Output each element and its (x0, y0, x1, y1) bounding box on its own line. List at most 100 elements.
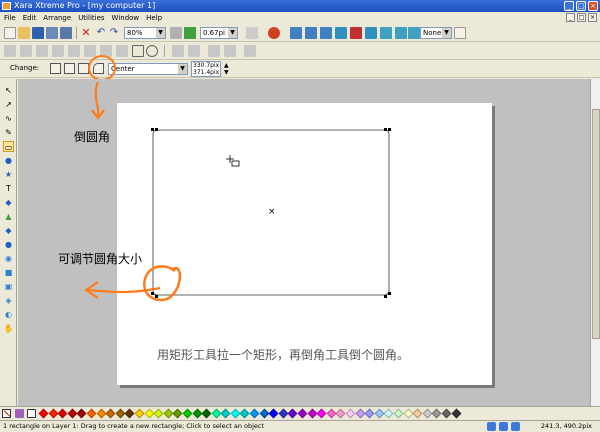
push-tool-icon[interactable]: ✋ (3, 323, 14, 334)
flip-vertical-icon[interactable] (188, 45, 200, 57)
render-icon[interactable] (499, 422, 508, 431)
layer-gallery-icon[interactable] (408, 27, 420, 39)
contour-icon[interactable] (224, 45, 236, 57)
color-swatch[interactable] (201, 408, 212, 419)
ellipse-shape-icon[interactable] (64, 63, 75, 74)
color-swatch[interactable] (182, 408, 193, 419)
color-swatch[interactable] (316, 408, 327, 419)
no-color-swatch[interactable] (2, 409, 11, 418)
text-tool-icon[interactable]: T (3, 183, 14, 194)
undo-icon[interactable]: ↶ (95, 27, 107, 39)
rectangle-shape-icon[interactable] (50, 63, 61, 74)
line-style-icon[interactable] (246, 27, 258, 39)
save-icon[interactable] (32, 27, 44, 39)
color-swatch[interactable] (240, 408, 250, 419)
ungroup-icon[interactable] (335, 27, 347, 39)
grid-icon[interactable] (511, 422, 520, 431)
clone-icon[interactable] (52, 45, 64, 57)
align-icon[interactable] (365, 27, 377, 39)
doc-restore-button[interactable]: □ (577, 13, 586, 22)
doc-minimize-button[interactable]: _ (566, 13, 575, 22)
color-swatch[interactable] (134, 408, 145, 419)
arrange-icon[interactable] (208, 45, 220, 57)
zoom-select[interactable]: 80% ▼ (124, 27, 166, 39)
selection-handle[interactable] (151, 292, 154, 295)
freehand-tool-icon[interactable]: ∿ (3, 113, 14, 124)
new-document-icon[interactable] (4, 27, 16, 39)
width-field[interactable]: 330.7pix (193, 62, 220, 69)
color-swatch[interactable] (144, 408, 154, 419)
color-swatch[interactable] (38, 408, 49, 419)
color-swatch[interactable] (124, 408, 135, 419)
combine-icon[interactable] (68, 45, 80, 57)
zoom-tool-icon[interactable] (184, 27, 196, 39)
shadow-tool-icon[interactable]: ◆ (3, 225, 14, 236)
height-field[interactable]: 371.4pix (193, 69, 220, 76)
color-swatch[interactable] (297, 408, 308, 419)
close-button[interactable]: × (588, 1, 598, 11)
export-icon[interactable] (60, 27, 72, 39)
color-swatch[interactable] (249, 408, 260, 419)
color-swatch[interactable] (403, 408, 414, 419)
redo-icon[interactable]: ↷ (108, 27, 120, 39)
copy-icon[interactable] (4, 45, 16, 57)
mould-tool-icon[interactable]: ▣ (3, 281, 14, 292)
color-swatch[interactable] (345, 408, 356, 419)
maximize-button[interactable]: □ (576, 1, 586, 11)
scrollbar-thumb[interactable] (592, 109, 600, 339)
minimize-button[interactable]: _ (564, 1, 574, 11)
magnet-icon[interactable] (268, 27, 280, 39)
menu-file[interactable]: File (4, 14, 16, 22)
fill-select[interactable]: None ▼ (420, 27, 452, 39)
selection-handle[interactable] (388, 292, 391, 295)
selector-tool-icon[interactable]: ↖ (3, 85, 14, 96)
selection-handle[interactable] (151, 128, 154, 131)
join-type-select[interactable]: Center ▼ (108, 63, 188, 75)
bring-front-icon[interactable] (290, 27, 302, 39)
page[interactable]: × 用矩形工具拉一个矩形，再倒角工具倒个圆角。 (117, 103, 492, 385)
color-swatch[interactable] (335, 408, 346, 419)
ellipse-tool-icon[interactable]: ● (3, 155, 14, 166)
color-swatch[interactable] (57, 408, 68, 419)
snap-icon[interactable] (487, 422, 496, 431)
selection-handle[interactable] (155, 128, 158, 131)
name-gallery-icon[interactable] (380, 27, 392, 39)
color-swatch[interactable] (86, 408, 97, 419)
drawing-svg[interactable]: × (117, 103, 492, 385)
group-icon[interactable] (320, 27, 332, 39)
color-editor-icon[interactable] (15, 409, 24, 418)
menu-edit[interactable]: Edit (23, 14, 37, 22)
rectangle-tool-icon[interactable]: ▭ (3, 141, 14, 152)
transparency-tool-icon[interactable]: ▲ (3, 211, 14, 222)
paste-icon[interactable] (20, 45, 32, 57)
color-swatch[interactable] (268, 408, 279, 419)
color-swatch[interactable] (48, 408, 59, 419)
lock-aspect-icon[interactable]: ▲ ▼ (224, 62, 229, 76)
square-icon[interactable] (132, 45, 144, 57)
flip-horizontal-icon[interactable] (172, 45, 184, 57)
color-swatch[interactable] (355, 408, 366, 419)
color-swatch[interactable] (383, 408, 394, 419)
help-icon[interactable] (454, 27, 466, 39)
color-swatch[interactable] (96, 408, 107, 419)
menu-window[interactable]: Window (112, 14, 140, 22)
break-icon[interactable] (84, 45, 96, 57)
circle-icon[interactable] (146, 45, 158, 57)
color-swatch[interactable] (220, 408, 231, 419)
transform-icon[interactable] (350, 27, 362, 39)
duplicate-icon[interactable] (36, 45, 48, 57)
menu-help[interactable]: Help (146, 14, 162, 22)
bevel-tool-icon[interactable]: ■ (3, 267, 14, 278)
shape-editor-tool-icon[interactable]: ↗ (3, 99, 14, 110)
palette-menu-icon[interactable] (27, 409, 36, 418)
pen-tool-icon[interactable]: ✎ (3, 127, 14, 138)
menu-arrange[interactable]: Arrange (43, 14, 71, 22)
size-fields[interactable]: 330.7pix 371.4pix (191, 61, 221, 77)
color-swatch[interactable] (172, 408, 183, 419)
open-folder-icon[interactable] (18, 27, 30, 39)
contour-tool-icon[interactable]: ◉ (3, 253, 14, 264)
color-swatch[interactable] (287, 408, 298, 419)
zoom-previous-icon[interactable] (170, 27, 182, 39)
selection-handle[interactable] (384, 295, 387, 298)
color-swatch[interactable] (105, 408, 116, 419)
